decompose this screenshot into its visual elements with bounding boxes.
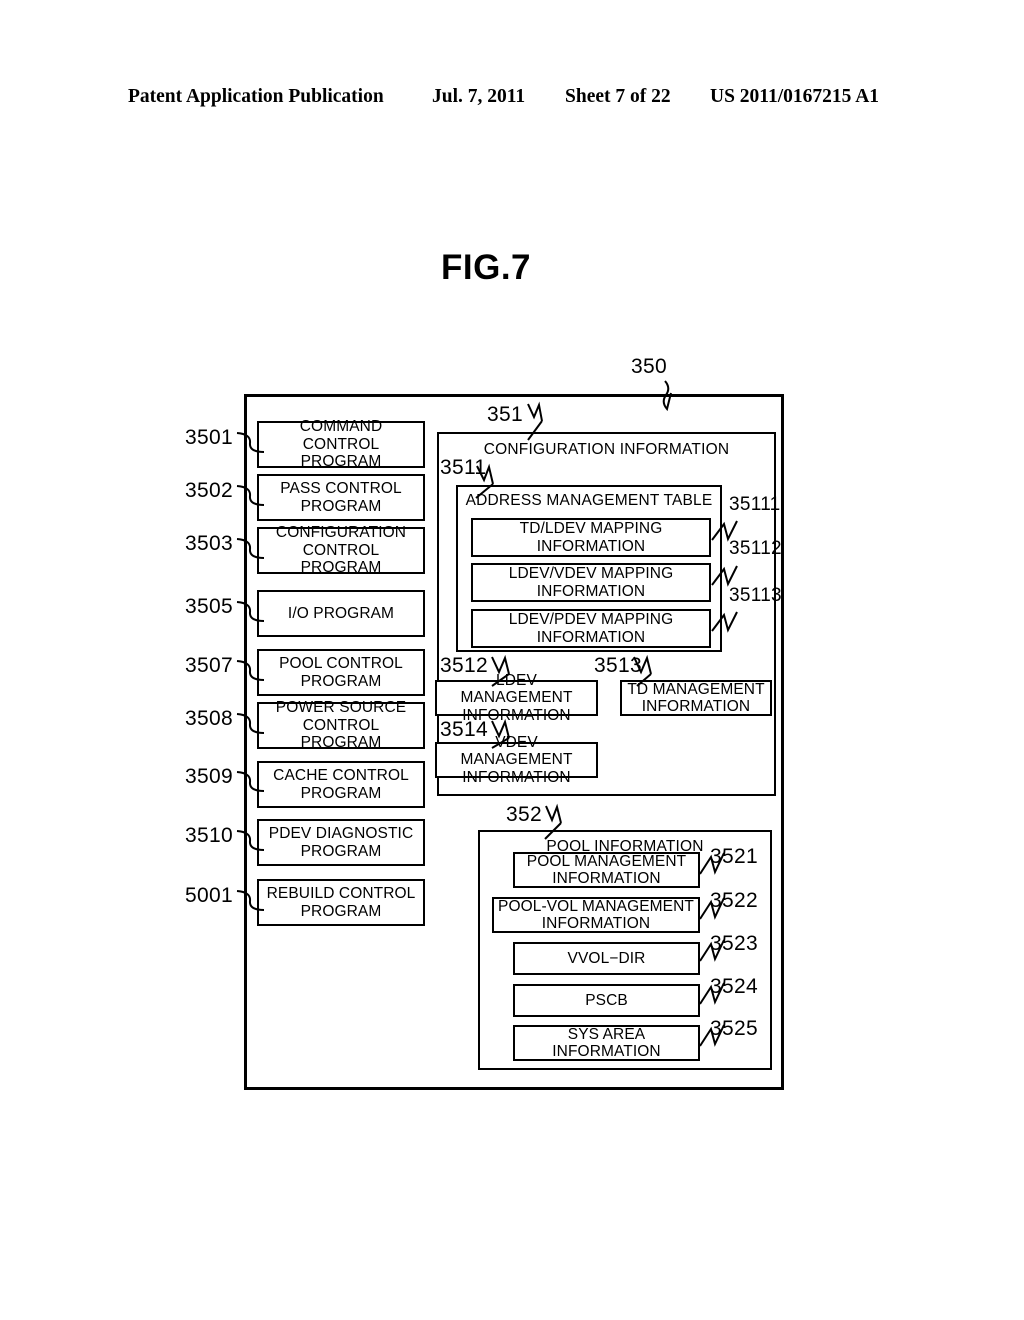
publication-type: Patent Application Publication — [128, 86, 384, 107]
publication-header: Patent Application Publication Jul. 7, 2… — [0, 86, 1024, 112]
address-management-table-title: ADDRESS MANAGEMENT TABLE — [465, 492, 713, 509]
program-label-line1: POWER SOURCE — [275, 699, 407, 717]
pool-entry-pool-management: POOL MANAGEMENT INFORMATION — [513, 852, 700, 888]
entry-label-line1: TD MANAGEMENT — [627, 680, 765, 698]
entry-label-line1: LDEV/PDEV MAPPING — [508, 611, 674, 629]
address-entry-td-ldev-mapping: TD/LDEV MAPPING INFORMATION — [471, 518, 711, 557]
ref-3523: 3523 — [710, 932, 758, 955]
ref-3511: 3511 — [440, 456, 487, 479]
entry-label-line1: SYS AREA — [567, 1025, 646, 1043]
program-label-line2: PROGRAM — [300, 902, 382, 920]
program-box-pass-control: PASS CONTROL PROGRAM — [257, 474, 425, 521]
entry-label-line2: INFORMATION — [541, 915, 651, 932]
pool-entry-vvol-dir: VVOL−DIR — [513, 942, 700, 975]
entry-label-line1: POOL MANAGEMENT — [526, 852, 687, 870]
program-label-line1: PDEV DIAGNOSTIC — [268, 825, 414, 843]
entry-label-line2: INFORMATION — [536, 537, 646, 555]
address-entry-ldev-vdev-mapping: LDEV/VDEV MAPPING INFORMATION — [471, 563, 711, 602]
program-label-line2: PROGRAM — [300, 497, 382, 515]
program-box-command-control: COMMAND CONTROL PROGRAM — [257, 418, 425, 471]
entry-label-line2: INFORMATION — [552, 870, 661, 887]
td-management-information-box: TD MANAGEMENT INFORMATION — [620, 680, 772, 716]
ref-3522: 3522 — [710, 889, 758, 912]
sheet-number: Sheet 7 of 22 — [565, 86, 671, 107]
ref-35111: 35111 — [729, 494, 781, 515]
program-label-line1: PASS CONTROL — [280, 480, 402, 498]
program-box-power-source-control: POWER SOURCE CONTROL PROGRAM — [257, 699, 425, 752]
program-label-line1: COMMAND CONTROL — [299, 418, 383, 453]
ref-3512: 3512 — [440, 654, 488, 677]
program-box-cache-control: CACHE CONTROL PROGRAM — [257, 761, 425, 808]
ref-3524: 3524 — [710, 975, 758, 998]
program-label-line2: PROGRAM — [300, 784, 382, 802]
address-entry-ldev-pdev-mapping: LDEV/PDEV MAPPING INFORMATION — [471, 609, 711, 648]
program-label-line2: PROGRAM — [300, 842, 382, 860]
program-label-line1: CONFIGURATION — [275, 524, 407, 542]
ref-35113: 35113 — [729, 585, 782, 606]
program-label-line2: CONTROL PROGRAM — [300, 541, 382, 577]
program-label-line2: PROGRAM — [300, 453, 382, 471]
ref-351: 351 — [487, 403, 523, 426]
pool-entry-pool-vol-management: POOL-VOL MANAGEMENT INFORMATION — [492, 897, 700, 933]
entry-label-line2: INFORMATION — [536, 582, 646, 600]
entry-label-line1: TD/LDEV MAPPING — [519, 520, 663, 538]
entry-label-line1: POOL-VOL MANAGEMENT — [498, 897, 694, 915]
program-label-line2: CONTROL PROGRAM — [300, 716, 382, 752]
ref-3509: 3509 — [185, 765, 233, 788]
pool-entry-pscb: PSCB — [513, 984, 700, 1017]
publication-number: US 2011/0167215 A1 — [710, 86, 880, 107]
ref-3521: 3521 — [710, 845, 758, 868]
entry-label-line1: LDEV/VDEV MAPPING — [508, 565, 674, 583]
ref-3502: 3502 — [185, 479, 233, 502]
figure-title: FIG.7 — [441, 248, 532, 287]
program-box-configuration-control: CONFIGURATION CONTROL PROGRAM — [257, 524, 425, 577]
ref-3503: 3503 — [185, 532, 233, 555]
ref-3525: 3525 — [710, 1017, 758, 1040]
entry-label-line1: VVOL−DIR — [567, 949, 646, 967]
program-label-line1: I/O PROGRAM — [287, 604, 395, 622]
configuration-information-title: CONFIGURATION INFORMATION — [483, 441, 730, 458]
entry-label-line2: INFORMATION — [462, 768, 571, 786]
pool-entry-sys-area: SYS AREA INFORMATION — [513, 1025, 700, 1061]
ldev-management-information-box: LDEV MANAGEMENT INFORMATION — [435, 672, 598, 724]
program-label-line2: PROGRAM — [300, 672, 382, 690]
vdev-management-information-box: VDEV MANAGEMENT INFORMATION — [435, 734, 598, 786]
program-label-line1: REBUILD CONTROL — [266, 885, 416, 903]
program-label-line1: CACHE CONTROL — [273, 767, 409, 785]
ref-3510: 3510 — [185, 824, 233, 847]
entry-label-line2: INFORMATION — [552, 1043, 661, 1060]
program-box-rebuild-control: REBUILD CONTROL PROGRAM — [257, 879, 425, 926]
ref-352: 352 — [506, 803, 542, 826]
ref-3501: 3501 — [185, 426, 233, 449]
ref-5001: 5001 — [185, 884, 233, 907]
ref-350: 350 — [631, 355, 667, 378]
program-label-line1: POOL CONTROL — [279, 655, 403, 673]
ref-3505: 3505 — [185, 595, 233, 618]
entry-label-line2: INFORMATION — [536, 628, 646, 646]
entry-label-line2: INFORMATION — [641, 698, 751, 715]
ref-35112: 35112 — [729, 538, 782, 559]
entry-label-line1: PSCB — [585, 991, 628, 1009]
program-box-io: I/O PROGRAM — [257, 590, 425, 637]
program-box-pdev-diagnostic: PDEV DIAGNOSTIC PROGRAM — [257, 819, 425, 866]
publication-date: Jul. 7, 2011 — [432, 86, 526, 107]
ref-3514: 3514 — [440, 718, 488, 741]
program-box-pool-control: POOL CONTROL PROGRAM — [257, 649, 425, 696]
ref-3513: 3513 — [594, 654, 642, 677]
ref-3507: 3507 — [185, 654, 233, 677]
ref-3508: 3508 — [185, 707, 233, 730]
